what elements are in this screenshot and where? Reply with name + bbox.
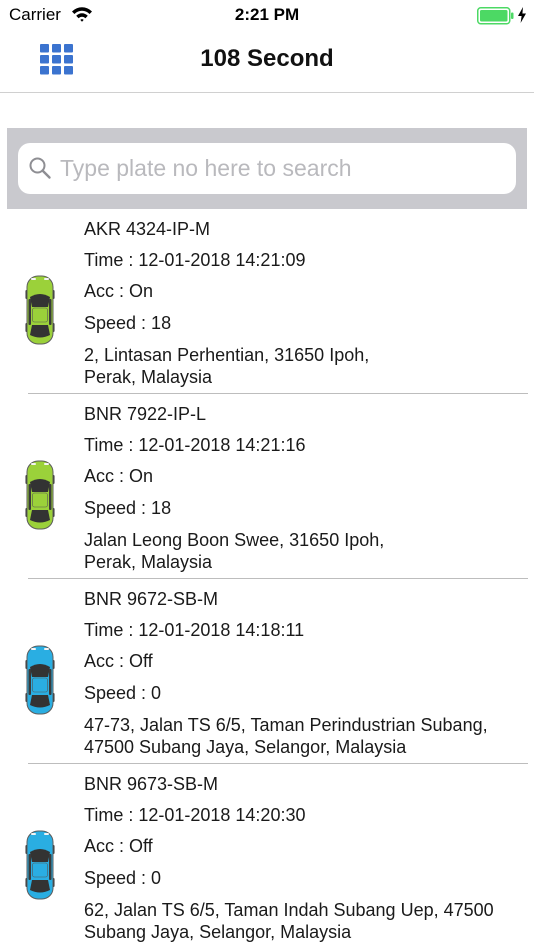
vehicle-acc: Acc : Off bbox=[84, 836, 153, 856]
car-icon bbox=[24, 645, 56, 715]
vehicle-plate: BNR 9673-SB-M bbox=[84, 774, 219, 794]
vehicle-address-line1: 62, Jalan TS 6/5, Taman Indah Subang Uep… bbox=[84, 900, 494, 920]
vehicle-time: Time : 12-01-2018 14:21:16 bbox=[84, 435, 306, 455]
vehicle-address-line1: Jalan Leong Boon Swee, 31650 Ipoh, bbox=[84, 530, 385, 550]
vehicle-address-line1: 47-73, Jalan TS 6/5, Taman Perindustrian… bbox=[84, 715, 488, 735]
search-input[interactable] bbox=[60, 143, 506, 194]
vehicle-list-item[interactable]: BNR 9672-SB-M Time : 12-01-2018 14:18:11… bbox=[0, 579, 534, 764]
vehicle-speed: Speed : 0 bbox=[84, 868, 162, 888]
vehicle-time: Time : 12-01-2018 14:20:30 bbox=[84, 805, 306, 825]
vehicle-acc: Acc : On bbox=[84, 281, 154, 301]
search-bar bbox=[7, 128, 527, 209]
navigation-bar: 108 Second bbox=[0, 30, 534, 93]
status-bar: Carrier 2:21 PM bbox=[0, 0, 534, 30]
car-icon bbox=[24, 830, 56, 900]
car-icon bbox=[24, 460, 56, 530]
vehicle-plate: AKR 4324-IP-M bbox=[84, 219, 211, 239]
page-title: 108 Second bbox=[200, 45, 334, 72]
vehicle-speed: Speed : 18 bbox=[84, 313, 172, 333]
vehicle-list-item[interactable]: BNR 9673-SB-M Time : 12-01-2018 14:20:30… bbox=[0, 764, 534, 949]
vehicle-plate: BNR 9672-SB-M bbox=[84, 589, 219, 609]
vehicle-time: Time : 12-01-2018 14:21:09 bbox=[84, 250, 306, 270]
vehicle-address-line1: 2, Lintasan Perhentian, 31650 Ipoh, bbox=[84, 345, 370, 365]
vehicle-acc: Acc : On bbox=[84, 466, 154, 486]
vehicle-list: AKR 4324-IP-M Time : 12-01-2018 14:21:09… bbox=[0, 209, 534, 949]
vehicle-address-line2: Perak, Malaysia bbox=[84, 552, 213, 572]
search-box[interactable] bbox=[18, 143, 516, 194]
vehicle-acc: Acc : Off bbox=[84, 651, 153, 671]
vehicle-address-line2: Perak, Malaysia bbox=[84, 367, 213, 387]
vehicle-speed: Speed : 0 bbox=[84, 683, 162, 703]
vehicle-speed: Speed : 18 bbox=[84, 498, 172, 518]
charging-icon bbox=[517, 6, 527, 29]
vehicle-address-line2: 47500 Subang Jaya, Selangor, Malaysia bbox=[84, 737, 407, 757]
battery-icon bbox=[477, 7, 515, 30]
vehicle-list-item[interactable]: AKR 4324-IP-M Time : 12-01-2018 14:21:09… bbox=[0, 209, 534, 394]
vehicle-time: Time : 12-01-2018 14:18:11 bbox=[84, 620, 305, 640]
status-time: 2:21 PM bbox=[234, 5, 300, 24]
car-icon bbox=[24, 275, 56, 345]
search-icon bbox=[28, 156, 52, 185]
vehicle-plate: BNR 7922-IP-L bbox=[84, 404, 207, 424]
vehicle-address-line2: Subang Jaya, Selangor, Malaysia bbox=[84, 922, 352, 942]
vehicle-list-item[interactable]: BNR 7922-IP-L Time : 12-01-2018 14:21:16… bbox=[0, 394, 534, 579]
